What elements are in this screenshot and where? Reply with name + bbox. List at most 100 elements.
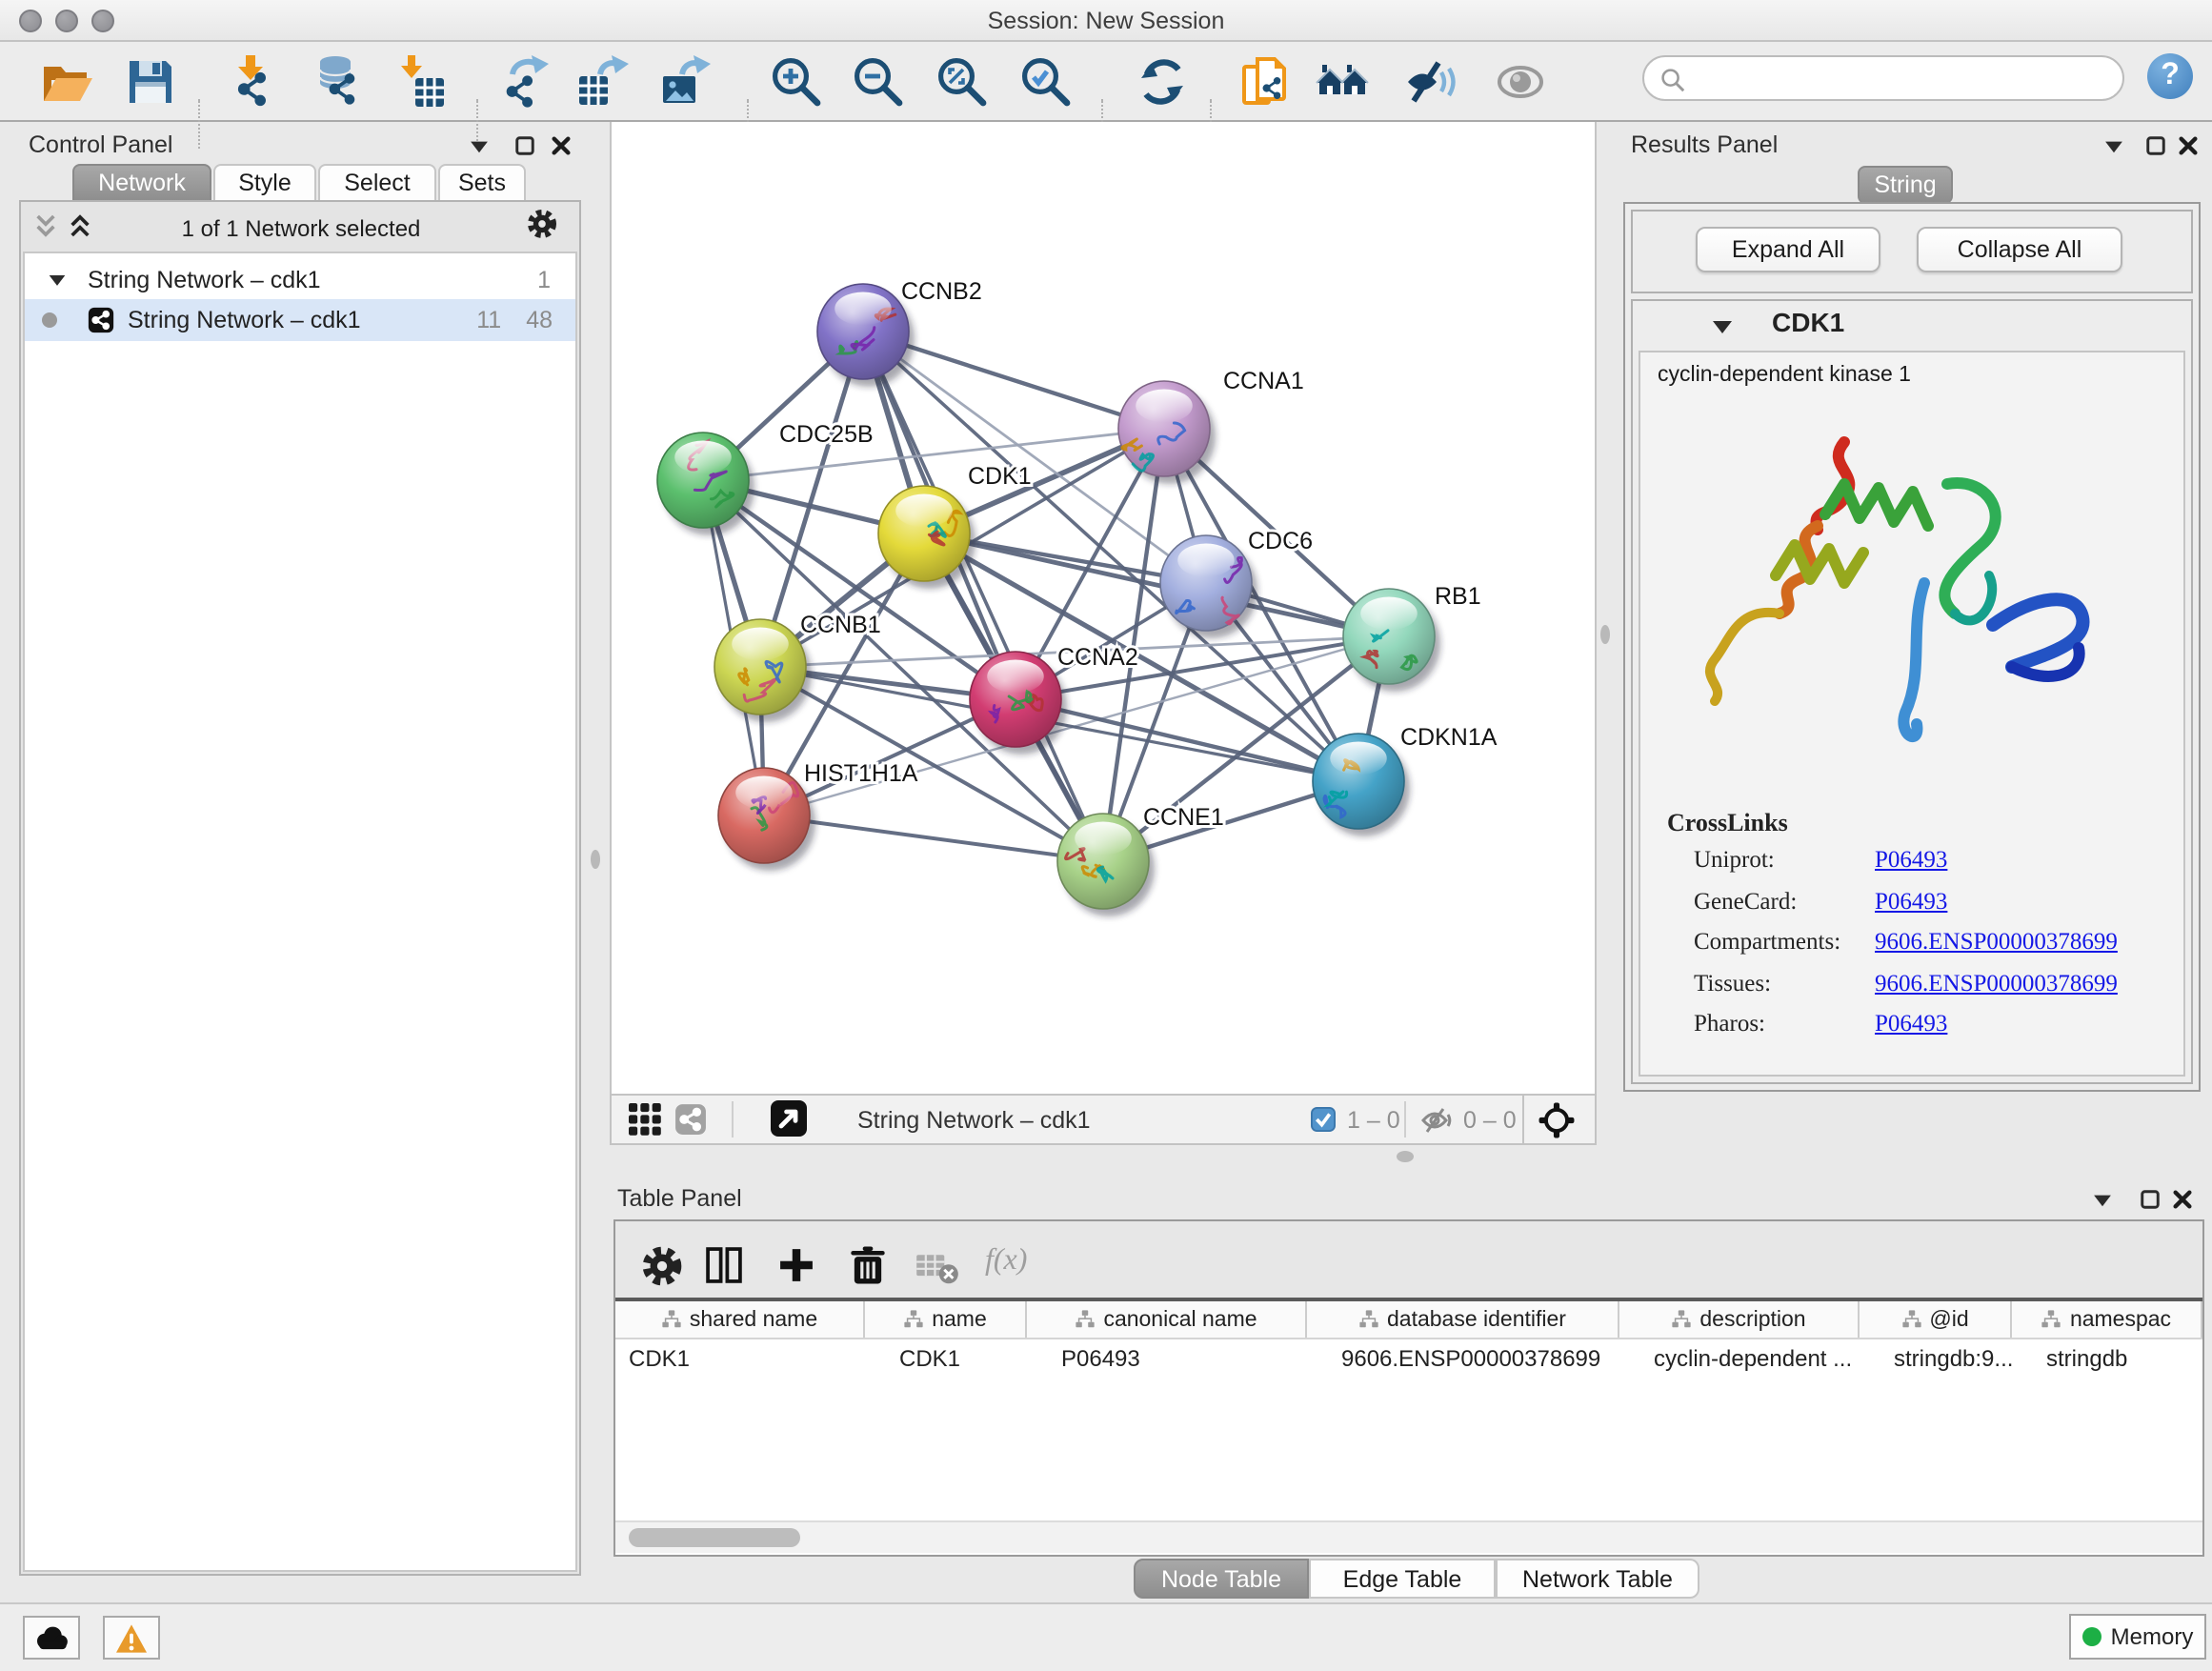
table-settings-gear-icon[interactable] xyxy=(640,1244,684,1288)
function-builder-button: f(x) xyxy=(985,1244,1027,1278)
delete-column-icon[interactable] xyxy=(846,1242,890,1288)
tab-select[interactable]: Select xyxy=(318,164,436,202)
detach-view-icon[interactable] xyxy=(770,1099,808,1137)
tab-edge-table[interactable]: Edge Table xyxy=(1309,1559,1496,1599)
network-overview-icon[interactable] xyxy=(674,1103,707,1136)
crosslink-link[interactable]: P06493 xyxy=(1875,1010,1947,1037)
tab-network[interactable]: Network xyxy=(72,164,211,202)
network-node-CCNA1[interactable] xyxy=(1118,381,1216,484)
network-node-CCNA2[interactable] xyxy=(970,652,1067,755)
cloud-status-button[interactable] xyxy=(23,1616,80,1660)
warnings-button[interactable] xyxy=(103,1616,160,1660)
column-header-database-identifier[interactable]: database identifier xyxy=(1307,1301,1619,1338)
crosslink-link[interactable]: P06493 xyxy=(1875,887,1947,914)
network-node-CDC6[interactable] xyxy=(1160,535,1257,638)
network-node-RB1[interactable] xyxy=(1343,589,1440,692)
tree-expander-icon[interactable] xyxy=(48,272,67,288)
table-panel-menu-icon[interactable] xyxy=(2092,1193,2113,1208)
crosslink-label: Compartments: xyxy=(1694,928,1875,956)
table-cell[interactable]: P06493 xyxy=(1027,1341,1307,1376)
control-panel-menu-icon[interactable] xyxy=(469,139,490,154)
horizontal-splitter-handle[interactable] xyxy=(1397,1151,1414,1162)
crosslink-label: Tissues: xyxy=(1694,969,1875,997)
table-panel-float-icon[interactable] xyxy=(2140,1189,2161,1210)
control-panel-float-icon[interactable] xyxy=(514,135,535,156)
table-panel-close-icon[interactable] xyxy=(2172,1189,2193,1210)
copy-network-button[interactable] xyxy=(1238,53,1296,111)
column-header-description[interactable]: description xyxy=(1619,1301,1860,1338)
zoom-out-button[interactable] xyxy=(850,53,907,111)
expand-all-button[interactable]: Expand All xyxy=(1696,227,1880,272)
scrollbar-thumb[interactable] xyxy=(629,1528,800,1547)
results-panel-float-icon[interactable] xyxy=(2145,135,2166,156)
zoom-selected-button[interactable] xyxy=(1017,53,1075,111)
table-cell[interactable]: CDK1 xyxy=(865,1341,1027,1376)
search-input[interactable] xyxy=(1698,59,2107,97)
crosslink-link[interactable]: 9606.ENSP00000378699 xyxy=(1875,928,2118,955)
collapse-all-networks-icon[interactable] xyxy=(32,211,59,240)
column-header-name[interactable]: name xyxy=(865,1301,1027,1338)
network-edge[interactable] xyxy=(703,429,1164,480)
refresh-button[interactable] xyxy=(1134,53,1191,111)
crosslink-link[interactable]: 9606.ENSP00000378699 xyxy=(1875,969,2118,996)
tab-string[interactable]: String xyxy=(1858,166,1953,204)
network-options-gear-icon[interactable] xyxy=(526,208,558,240)
export-network-button[interactable] xyxy=(499,53,556,111)
table-row[interactable]: CDK1CDK1P064939606.ENSP00000378699cyclin… xyxy=(615,1341,2202,1376)
results-panel-menu-icon[interactable] xyxy=(2103,139,2124,154)
show-graphics-button[interactable] xyxy=(1492,53,1549,111)
network-node-HIST1H1A[interactable] xyxy=(718,768,815,871)
tab-sets[interactable]: Sets xyxy=(438,164,526,202)
horizontal-scrollbar[interactable] xyxy=(615,1520,2202,1553)
tab-node-table[interactable]: Node Table xyxy=(1134,1559,1309,1599)
network-canvas[interactable]: CCNB2CCNA1CDC25BCDK1CDC6RB1CCNB1CCNA2CDK… xyxy=(610,122,1597,1094)
network-graph[interactable]: CCNB2CCNA1CDC25BCDK1CDC6RB1CCNB1CCNA2CDK… xyxy=(612,122,1599,1094)
gene-section-expander-icon[interactable] xyxy=(1711,318,1734,335)
results-panel-close-icon[interactable] xyxy=(2178,135,2199,156)
import-table-button[interactable] xyxy=(392,53,450,111)
hidden-eye-slash-icon[interactable] xyxy=(1419,1105,1452,1136)
tab-style[interactable]: Style xyxy=(213,164,316,202)
export-table-button[interactable] xyxy=(575,53,633,111)
network-tree-root-row[interactable]: String Network – cdk1 1 xyxy=(23,263,577,297)
search-box[interactable] xyxy=(1642,55,2124,101)
create-column-icon[interactable] xyxy=(775,1244,817,1286)
network-tree-row-selected[interactable]: String Network – cdk1 11 48 xyxy=(25,299,575,341)
network-node-CCNE1[interactable] xyxy=(1057,814,1155,916)
grid-view-icon[interactable] xyxy=(629,1103,661,1136)
show-columns-icon[interactable] xyxy=(703,1244,745,1286)
table-cell[interactable]: stringdb xyxy=(2012,1341,2202,1376)
export-image-button[interactable] xyxy=(657,53,714,111)
table-cell[interactable]: CDK1 xyxy=(615,1341,865,1376)
selected-checkbox-icon[interactable] xyxy=(1311,1107,1336,1132)
table-cell[interactable]: 9606.ENSP00000378699 xyxy=(1307,1341,1619,1376)
table-cell[interactable]: cyclin-dependent ... xyxy=(1619,1341,1860,1376)
crosslink-link[interactable]: P06493 xyxy=(1875,846,1947,873)
table-cell[interactable]: stringdb:9... xyxy=(1860,1341,2012,1376)
column-header-@id[interactable]: @id xyxy=(1860,1301,2012,1338)
save-session-button[interactable] xyxy=(122,53,179,111)
hide-unhide-button[interactable] xyxy=(1398,53,1456,111)
network-node-CDKN1A[interactable] xyxy=(1313,734,1410,836)
network-node-CCNB2[interactable] xyxy=(817,284,915,387)
collapse-all-button[interactable]: Collapse All xyxy=(1917,227,2122,272)
column-header-namespac[interactable]: namespac xyxy=(2012,1301,2202,1338)
zoom-in-button[interactable] xyxy=(768,53,825,111)
control-panel-close-icon[interactable] xyxy=(551,135,572,156)
zoom-fit-button[interactable] xyxy=(934,53,991,111)
import-database-button[interactable] xyxy=(309,53,366,111)
column-header-canonical-name[interactable]: canonical name xyxy=(1027,1301,1307,1338)
expand-all-networks-icon[interactable] xyxy=(67,211,93,240)
home-button[interactable] xyxy=(1315,53,1372,111)
birds-eye-view-icon[interactable] xyxy=(1538,1101,1576,1139)
edge-count: 48 xyxy=(526,307,553,333)
open-session-button[interactable] xyxy=(38,53,95,111)
help-button[interactable]: ? xyxy=(2147,53,2193,99)
import-network-button[interactable] xyxy=(227,53,284,111)
vertical-splitter-handle[interactable] xyxy=(591,850,600,869)
column-header-shared-name[interactable]: shared name xyxy=(615,1301,865,1338)
network-node-CDK1[interactable] xyxy=(878,486,975,589)
memory-button[interactable]: Memory xyxy=(2069,1614,2206,1660)
tab-network-table[interactable]: Network Table xyxy=(1496,1559,1699,1599)
vertical-splitter-handle[interactable] xyxy=(1600,625,1610,644)
